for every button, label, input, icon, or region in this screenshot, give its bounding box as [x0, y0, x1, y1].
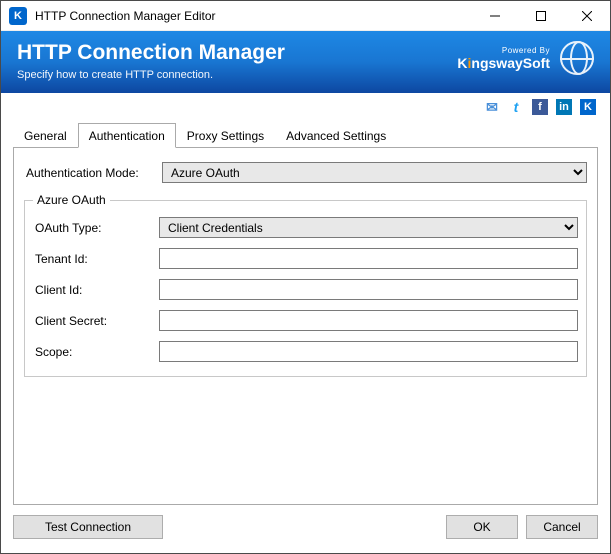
footer: Test Connection OK Cancel	[1, 505, 610, 553]
linkedin-icon[interactable]: in	[556, 99, 572, 115]
oauth-type-select[interactable]: Client Credentials	[159, 217, 578, 238]
test-connection-button[interactable]: Test Connection	[13, 515, 163, 539]
tenant-id-input[interactable]	[159, 248, 578, 269]
client-id-label: Client Id:	[33, 283, 159, 297]
header: HTTP Connection Manager Specify how to c…	[1, 31, 610, 93]
auth-mode-select[interactable]: Azure OAuth	[162, 162, 587, 183]
tab-content: Authentication Mode: Azure OAuth Azure O…	[13, 148, 598, 505]
auth-mode-label: Authentication Mode:	[24, 166, 162, 180]
tab-proxy[interactable]: Proxy Settings	[176, 123, 275, 148]
brand-name: KingswaySoft	[457, 55, 550, 71]
window: K HTTP Connection Manager Editor HTTP Co…	[0, 0, 611, 554]
tab-authentication[interactable]: Authentication	[78, 123, 176, 148]
scope-label: Scope:	[33, 345, 159, 359]
minimize-icon	[490, 11, 500, 21]
tenant-id-label: Tenant Id:	[33, 252, 159, 266]
globe-icon	[560, 41, 594, 75]
group-legend: Azure OAuth	[33, 193, 110, 207]
maximize-icon	[536, 11, 546, 21]
facebook-icon[interactable]: f	[532, 99, 548, 115]
azure-oauth-group: Azure OAuth OAuth Type: Client Credentia…	[24, 193, 587, 377]
oauth-type-label: OAuth Type:	[33, 221, 159, 235]
minimize-button[interactable]	[472, 1, 518, 31]
window-title: HTTP Connection Manager Editor	[35, 9, 472, 23]
brand-powered-by: Powered By	[457, 46, 550, 55]
app-icon: K	[9, 7, 27, 25]
brand-logo: Powered By KingswaySoft	[457, 46, 550, 71]
scope-input[interactable]	[159, 341, 578, 362]
close-button[interactable]	[564, 1, 610, 31]
titlebar: K HTTP Connection Manager Editor	[1, 1, 610, 31]
tab-general[interactable]: General	[13, 123, 78, 148]
header-subtitle: Specify how to create HTTP connection.	[17, 69, 457, 81]
twitter-icon[interactable]: t	[508, 99, 524, 115]
header-title: HTTP Connection Manager	[17, 41, 457, 65]
tab-bar: General Authentication Proxy Settings Ad…	[13, 123, 598, 148]
social-bar: ✉ t f in K	[1, 93, 610, 119]
cancel-button[interactable]: Cancel	[526, 515, 598, 539]
client-secret-label: Client Secret:	[33, 314, 159, 328]
content: General Authentication Proxy Settings Ad…	[1, 119, 610, 505]
ok-button[interactable]: OK	[446, 515, 518, 539]
k-icon[interactable]: K	[580, 99, 596, 115]
client-secret-input[interactable]	[159, 310, 578, 331]
close-icon	[582, 11, 592, 21]
tab-advanced[interactable]: Advanced Settings	[275, 123, 397, 148]
maximize-button[interactable]	[518, 1, 564, 31]
client-id-input[interactable]	[159, 279, 578, 300]
mail-icon[interactable]: ✉	[484, 99, 500, 115]
